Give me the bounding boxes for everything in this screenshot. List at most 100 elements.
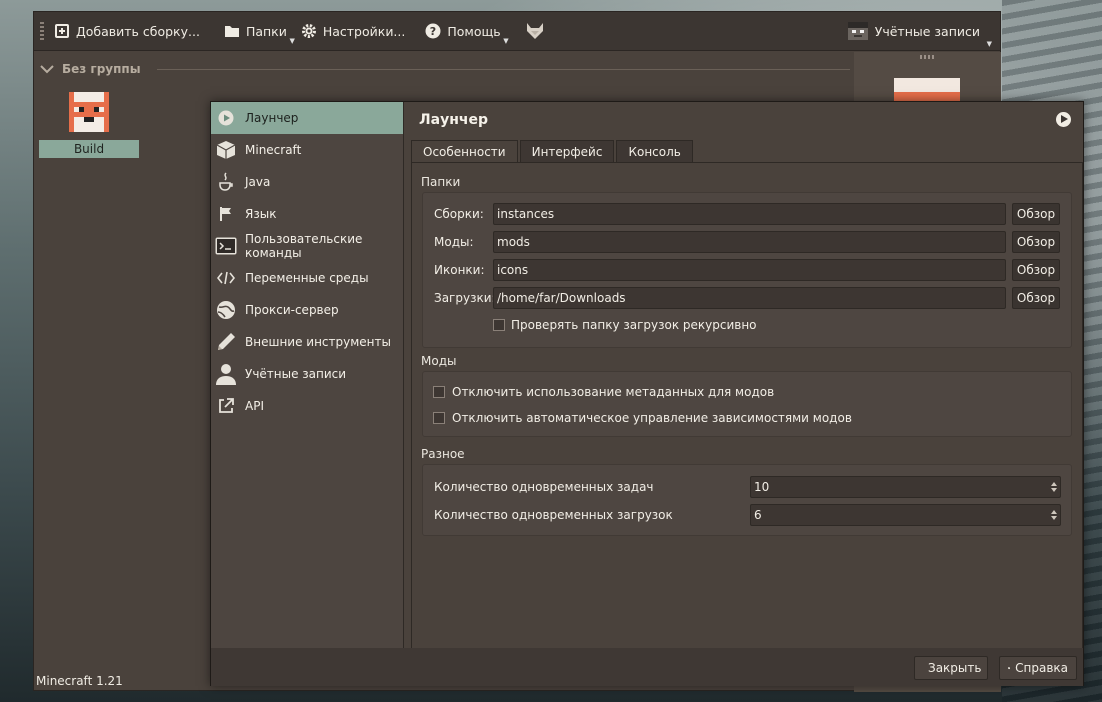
add-instance-label: Добавить сборку... (76, 23, 200, 39)
chevron-down-icon (40, 65, 54, 74)
disable-dependencies-checkbox[interactable] (433, 412, 445, 424)
toolbar-grip[interactable] (40, 22, 44, 40)
svg-text:?: ? (430, 25, 436, 38)
folders-group: Сборки: instances Обзор Моды: mods Обзор… (422, 192, 1072, 348)
fox-instance-icon (69, 92, 109, 132)
status-text: Minecraft 1.21 (36, 674, 123, 688)
recursive-downloads-checkbox[interactable] (493, 319, 505, 331)
mods-group-title: Моды (421, 354, 457, 368)
globe-icon (215, 299, 237, 321)
concurrent-downloads-label: Количество одновременных загрузок (434, 508, 673, 522)
tab-panel-features: Папки Сборки: instances Обзор Моды: mods… (411, 162, 1083, 648)
nav-label: Java (245, 175, 271, 189)
misc-group: Количество одновременных задач 10 Количе… (422, 464, 1072, 536)
accounts-label: Учётные записи (874, 23, 980, 39)
user-icon (215, 363, 237, 385)
instance-group-header[interactable]: Без группы (40, 60, 850, 78)
disable-metadata-label: Отключить использование метаданных для м… (452, 385, 775, 399)
nav-item-external-tools[interactable]: Внешние инструменты (211, 326, 403, 358)
group-name: Без группы (62, 62, 141, 76)
close-button[interactable]: Закрыть (914, 656, 988, 680)
spin-arrows-icon[interactable] (1049, 505, 1059, 525)
nav-item-env-vars[interactable]: Переменные среды (211, 262, 403, 294)
flag-icon (215, 203, 237, 225)
mods-group: Отключить использование метаданных для м… (422, 371, 1072, 437)
downloads-folder-label: Загрузки: (434, 291, 496, 305)
settings-label: Настройки... (322, 23, 406, 39)
browse-icons-button[interactable]: Обзор (1012, 259, 1060, 281)
folders-group-title: Папки (421, 175, 461, 189)
nav-label: Пользовательские команды (245, 232, 363, 260)
nav-label: Язык (245, 207, 277, 221)
nav-item-language[interactable]: Язык (211, 198, 403, 230)
tab-features[interactable]: Особенности (411, 140, 518, 163)
dialog-footer: Закрыть ? Справка (211, 648, 1083, 686)
panel-handle[interactable] (920, 55, 936, 59)
concurrent-downloads-spinbox[interactable]: 6 (750, 504, 1061, 526)
account-avatar-icon (847, 22, 868, 40)
play-icon[interactable] (1056, 112, 1071, 127)
external-link-icon (215, 395, 237, 417)
fox-button[interactable] (525, 21, 545, 41)
instance-label: Build (39, 140, 139, 158)
add-instance-button[interactable]: Добавить сборку... (54, 23, 200, 39)
nav-item-java[interactable]: Java (211, 166, 403, 198)
concurrent-downloads-value: 6 (754, 508, 762, 522)
nav-label: Лаунчер (245, 111, 299, 125)
icons-folder-label: Иконки: (434, 263, 485, 277)
settings-tabs: Особенности Интерфейс Консоль (411, 140, 695, 163)
nav-item-custom-commands[interactable]: Пользовательские команды (211, 230, 403, 262)
terminal-icon (215, 235, 237, 257)
nav-item-minecraft[interactable]: Minecraft (211, 134, 403, 166)
dropdown-arrow-icon: ▼ (503, 37, 509, 45)
browse-mods-button[interactable]: Обзор (1012, 231, 1060, 253)
tab-console[interactable]: Консоль (616, 140, 693, 162)
folder-icon (224, 26, 239, 37)
recursive-downloads-label: Проверять папку загрузок рекурсивно (511, 318, 757, 332)
settings-nav: Лаунчер Minecraft Java Язык Пользователь… (211, 102, 404, 648)
group-divider (156, 68, 850, 70)
help-icon: ? (1008, 666, 1011, 670)
tab-interface[interactable]: Интерфейс (519, 140, 615, 162)
help-icon: ? (425, 23, 441, 39)
pencil-icon (215, 331, 237, 353)
minecraft-icon (215, 139, 237, 161)
browse-instances-button[interactable]: Обзор (1012, 203, 1060, 225)
settings-content: Лаунчер Особенности Интерфейс Консоль Па… (411, 102, 1083, 648)
browse-downloads-button[interactable]: Обзор (1012, 287, 1060, 309)
settings-dialog: Лаунчер Minecraft Java Язык Пользователь… (210, 101, 1084, 686)
nav-label: Переменные среды (245, 271, 369, 285)
disable-dependencies-label: Отключить автоматическое управление зави… (452, 411, 852, 425)
close-label: Закрыть (928, 661, 982, 675)
mods-folder-field[interactable]: mods (493, 231, 1006, 253)
instance-tile[interactable]: Build (39, 92, 139, 160)
nav-item-api[interactable]: API (211, 390, 403, 422)
spin-arrows-icon[interactable] (1049, 477, 1059, 497)
help-menu-button[interactable]: ? Помощь ▼ (425, 23, 509, 45)
accounts-menu-button[interactable]: Учётные записи ▼ (847, 20, 992, 48)
help-label: Помощь (447, 23, 501, 39)
downloads-folder-field[interactable]: /home/far/Downloads (493, 287, 1006, 309)
nav-item-proxy[interactable]: Прокси-сервер (211, 294, 403, 326)
mods-folder-label: Моды: (434, 235, 474, 249)
concurrent-tasks-label: Количество одновременных задач (434, 480, 654, 494)
nav-label: API (245, 399, 264, 413)
nav-item-accounts[interactable]: Учётные записи (211, 358, 403, 390)
dropdown-arrow-icon: ▼ (289, 37, 295, 45)
settings-button[interactable]: Настройки... (301, 23, 406, 39)
folders-label: Папки (245, 23, 287, 39)
nav-item-launcher[interactable]: Лаунчер (211, 102, 403, 134)
help-button[interactable]: ? Справка (999, 656, 1077, 680)
instances-folder-field[interactable]: instances (493, 203, 1006, 225)
help-label: Справка (1015, 661, 1068, 675)
folders-menu-button[interactable]: Папки ▼ (224, 23, 295, 45)
concurrent-tasks-spinbox[interactable]: 10 (750, 476, 1061, 498)
disable-metadata-checkbox[interactable] (433, 386, 445, 398)
nav-label: Учётные записи (245, 367, 347, 381)
java-icon (215, 171, 237, 193)
dropdown-arrow-icon: ▼ (986, 40, 992, 48)
icons-folder-field[interactable]: icons (493, 259, 1006, 281)
launcher-icon (215, 107, 237, 129)
page-title: Лаунчер (419, 112, 489, 128)
add-instance-icon (55, 24, 69, 38)
